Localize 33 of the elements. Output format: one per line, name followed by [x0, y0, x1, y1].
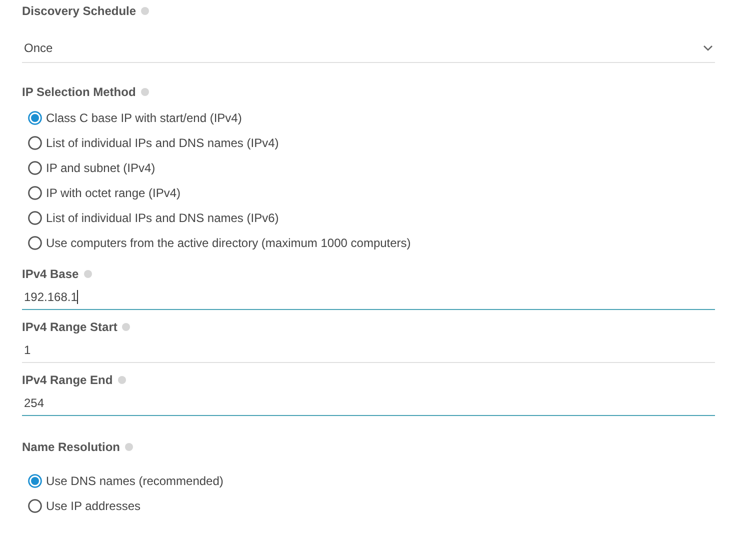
- field-label: Name Resolution: [22, 440, 120, 454]
- field-label: IPv4 Base: [22, 267, 79, 281]
- input-field[interactable]: 254: [22, 391, 715, 416]
- radio-option[interactable]: IP and subnet (IPv4): [22, 155, 156, 180]
- radio-option[interactable]: IP with octet range (IPv4): [22, 180, 181, 205]
- info-icon: [141, 7, 150, 15]
- radio-icon[interactable]: [28, 210, 42, 224]
- info-icon: [125, 443, 134, 451]
- radio-option[interactable]: List of individual IPs and DNS names (IPv4): [22, 130, 279, 155]
- info-icon: [140, 88, 149, 96]
- radio-option[interactable]: List of individual IPs and DNS names (IPv6): [22, 205, 279, 230]
- field-label: IPv4 Range End: [22, 373, 113, 387]
- field-label: IPv4 Range Start: [22, 320, 118, 334]
- radio-icon[interactable]: [28, 136, 42, 150]
- input-field[interactable]: 192.168.1: [22, 285, 715, 310]
- radio-option[interactable]: Use computers from the active directory (maximum 1000 computers): [22, 230, 411, 255]
- info-icon: [84, 270, 92, 278]
- radio-icon[interactable]: [28, 110, 42, 124]
- field-label: IP Selection Method: [22, 85, 136, 99]
- schedule-dropdown[interactable]: Once: [22, 34, 715, 63]
- info-icon: [118, 376, 126, 384]
- radio-icon[interactable]: [28, 498, 42, 512]
- radio-icon[interactable]: [28, 186, 42, 200]
- radio-option[interactable]: Use DNS names (recommended): [22, 468, 224, 493]
- radio-option[interactable]: Use IP addresses: [22, 493, 140, 518]
- radio-icon[interactable]: [28, 474, 42, 488]
- radio-option[interactable]: Class C base IP with start/end (IPv4): [22, 105, 242, 130]
- field-label: Discovery Schedule: [22, 4, 136, 18]
- info-icon: [122, 323, 130, 331]
- input-field[interactable]: 1: [22, 338, 715, 363]
- radio-icon[interactable]: [28, 160, 42, 174]
- chevron-down-icon: [703, 45, 713, 51]
- radio-icon[interactable]: [28, 236, 42, 250]
